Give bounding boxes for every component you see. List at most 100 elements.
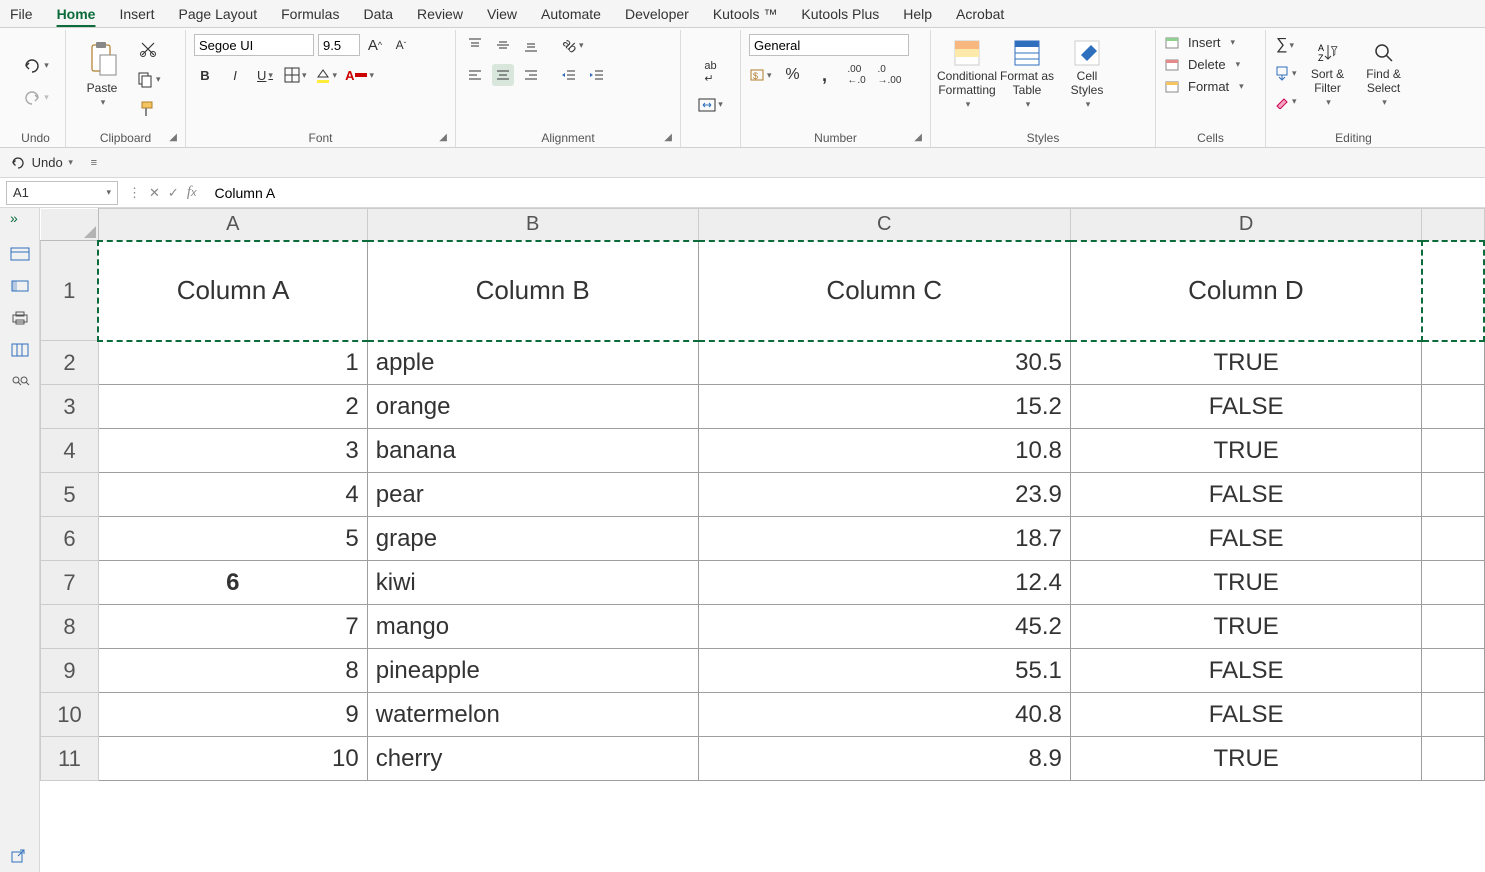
sort-filter-button[interactable]: AZ Sort & Filter▾ — [1303, 34, 1353, 114]
enter-formula-icon[interactable]: ✓ — [168, 185, 179, 201]
cell-B8[interactable]: mango — [367, 605, 698, 649]
cell-A5[interactable]: 4 — [98, 473, 367, 517]
row-header-1[interactable]: 1 — [41, 241, 99, 341]
tab-insert[interactable]: Insert — [117, 3, 156, 25]
cell-B4[interactable]: banana — [367, 429, 698, 473]
qat-undo-button[interactable]: Undo ▾ — [10, 152, 73, 174]
align-top-icon[interactable] — [464, 34, 486, 56]
cell-C2[interactable]: 30.5 — [698, 341, 1070, 385]
cell-A3[interactable]: 2 — [98, 385, 367, 429]
font-size-select[interactable] — [318, 34, 360, 56]
row-header-11[interactable]: 11 — [41, 737, 99, 781]
number-format-select[interactable] — [749, 34, 909, 56]
cell-C1[interactable]: Column C — [698, 241, 1070, 341]
cell-B7[interactable]: kiwi — [367, 561, 698, 605]
autosum-icon[interactable]: ∑▾ — [1274, 34, 1296, 56]
borders-button[interactable]: ▾ — [284, 64, 307, 86]
cell-B6[interactable]: grape — [367, 517, 698, 561]
side-workbook-icon[interactable] — [10, 278, 30, 296]
tab-help[interactable]: Help — [901, 3, 934, 25]
accounting-format-icon[interactable]: $▾ — [749, 64, 772, 86]
cell-A11[interactable]: 10 — [98, 737, 367, 781]
cell-D6[interactable]: FALSE — [1070, 517, 1422, 561]
font-launcher-icon[interactable]: ◢ — [439, 132, 447, 143]
cell-C11[interactable]: 8.9 — [698, 737, 1070, 781]
number-launcher-icon[interactable]: ◢ — [914, 132, 922, 143]
cell-D9[interactable]: FALSE — [1070, 649, 1422, 693]
cell-A2[interactable]: 1 — [98, 341, 367, 385]
merge-center-button[interactable]: ▾ — [698, 94, 723, 116]
tab-review[interactable]: Review — [415, 3, 465, 25]
decrease-indent-icon[interactable] — [558, 64, 580, 86]
find-select-button[interactable]: Find & Select▾ — [1359, 34, 1409, 114]
cell-A4[interactable]: 3 — [98, 429, 367, 473]
italic-button[interactable]: I — [224, 64, 246, 86]
fx-more-icon[interactable]: ⋮ — [128, 185, 141, 201]
increase-font-icon[interactable]: A^ — [364, 34, 386, 56]
cell-C8[interactable]: 45.2 — [698, 605, 1070, 649]
cell-B1[interactable]: Column B — [367, 241, 698, 341]
fill-color-button[interactable]: ▾ — [315, 64, 338, 86]
cell-C10[interactable]: 40.8 — [698, 693, 1070, 737]
cell-D10[interactable]: FALSE — [1070, 693, 1422, 737]
tab-automate[interactable]: Automate — [539, 3, 603, 25]
cell-A8[interactable]: 7 — [98, 605, 367, 649]
increase-decimal-icon[interactable]: .00←.0 — [846, 64, 868, 86]
row-header-10[interactable]: 10 — [41, 693, 99, 737]
worksheet-grid[interactable]: ABCD1Column AColumn BColumn CColumn D21a… — [40, 208, 1485, 872]
row-header-6[interactable]: 6 — [41, 517, 99, 561]
underline-button[interactable]: U▾ — [254, 64, 276, 86]
tab-kutools-plus[interactable]: Kutools Plus — [799, 3, 881, 25]
alignment-launcher-icon[interactable]: ◢ — [664, 132, 672, 143]
tab-home[interactable]: Home — [55, 3, 98, 25]
tab-page-layout[interactable]: Page Layout — [176, 3, 259, 25]
wrap-text-button[interactable]: ab↵ — [700, 62, 722, 84]
tab-data[interactable]: Data — [361, 3, 395, 25]
paste-button[interactable]: Paste▾ — [74, 34, 130, 114]
cell-B10[interactable]: watermelon — [367, 693, 698, 737]
row-header-8[interactable]: 8 — [41, 605, 99, 649]
cell-A6[interactable]: 5 — [98, 517, 367, 561]
conditional-formatting-button[interactable]: Conditional Formatting▾ — [939, 34, 995, 114]
tab-developer[interactable]: Developer — [623, 3, 691, 25]
popout-icon[interactable] — [10, 848, 26, 864]
cell-A1[interactable]: Column A — [98, 241, 367, 341]
col-header-A[interactable]: A — [98, 209, 367, 241]
formula-input[interactable] — [206, 181, 1485, 205]
align-right-icon[interactable] — [520, 64, 542, 86]
cell-C7[interactable]: 12.4 — [698, 561, 1070, 605]
col-header-C[interactable]: C — [698, 209, 1070, 241]
cell-A9[interactable]: 8 — [98, 649, 367, 693]
cell-C4[interactable]: 10.8 — [698, 429, 1070, 473]
align-middle-icon[interactable] — [492, 34, 514, 56]
name-box[interactable]: A1▾ — [6, 181, 118, 205]
cell-C3[interactable]: 15.2 — [698, 385, 1070, 429]
delete-cells-button[interactable]: Delete▾ — [1164, 56, 1240, 72]
format-cells-button[interactable]: Format▾ — [1164, 78, 1244, 94]
cell-D8[interactable]: TRUE — [1070, 605, 1422, 649]
fill-icon[interactable]: ▾ — [1274, 62, 1297, 84]
clear-icon[interactable]: ▾ — [1274, 90, 1297, 112]
comma-icon[interactable]: , — [814, 64, 836, 86]
select-all-corner[interactable] — [41, 209, 99, 241]
tab-file[interactable]: File — [8, 3, 35, 25]
tab-view[interactable]: View — [485, 3, 519, 25]
cell-B2[interactable]: apple — [367, 341, 698, 385]
increase-indent-icon[interactable] — [586, 64, 608, 86]
qat-customize-icon[interactable]: ≡ — [83, 152, 105, 174]
cell-D1[interactable]: Column D — [1070, 241, 1422, 341]
align-bottom-icon[interactable] — [520, 34, 542, 56]
cell-A10[interactable]: 9 — [98, 693, 367, 737]
cell-A7[interactable]: 6 — [98, 561, 367, 605]
cell-D11[interactable]: TRUE — [1070, 737, 1422, 781]
cell-D3[interactable]: FALSE — [1070, 385, 1422, 429]
cell-C6[interactable]: 18.7 — [698, 517, 1070, 561]
col-header-B[interactable]: B — [367, 209, 698, 241]
cell-D7[interactable]: TRUE — [1070, 561, 1422, 605]
cell-D4[interactable]: TRUE — [1070, 429, 1422, 473]
fx-icon[interactable]: fx — [187, 184, 197, 201]
tab-formulas[interactable]: Formulas — [279, 3, 341, 25]
bold-button[interactable]: B — [194, 64, 216, 86]
row-header-5[interactable]: 5 — [41, 473, 99, 517]
clipboard-launcher-icon[interactable]: ◢ — [169, 132, 177, 143]
